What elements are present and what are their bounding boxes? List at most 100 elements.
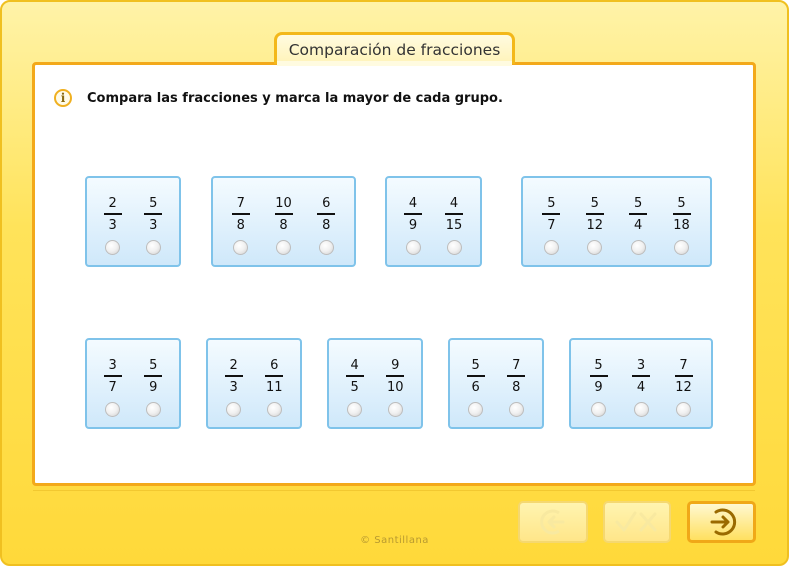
fraction-numerator: 5 — [590, 196, 599, 211]
divider — [33, 490, 755, 491]
fraction-bar — [265, 375, 284, 377]
fraction-bar — [507, 375, 526, 377]
fraction-bar — [629, 213, 648, 215]
fraction-numerator: 3 — [636, 358, 646, 373]
fraction-group: 7 8 10 8 6 8 — [211, 176, 356, 267]
fraction-radio[interactable] — [105, 240, 121, 255]
fraction-denominator: 18 — [673, 218, 690, 233]
fraction-numerator: 9 — [391, 358, 400, 373]
window-title-tab: Comparación de fracciones — [274, 32, 515, 64]
fraction-denominator: 7 — [108, 380, 117, 395]
fraction-option: 34 — [626, 358, 656, 417]
fraction-numerator: 5 — [547, 196, 556, 211]
fraction-radio[interactable] — [105, 402, 121, 417]
fraction-numerator: 5 — [149, 196, 158, 211]
check-cross-icon — [615, 511, 657, 532]
fraction-numerator: 6 — [270, 358, 279, 373]
fraction-radio[interactable] — [674, 240, 690, 255]
fraction-bar — [466, 375, 485, 377]
fraction-denominator: 9 — [594, 380, 603, 395]
fraction-radio[interactable] — [468, 402, 484, 417]
fraction-numerator: 3 — [108, 358, 117, 373]
fraction-numerator: 5 — [594, 358, 603, 373]
fraction-radio[interactable] — [543, 240, 559, 255]
fraction-option: 78 — [226, 196, 256, 255]
next-arrow-icon — [710, 508, 736, 536]
fraction-bar — [585, 213, 604, 215]
fraction-radio[interactable] — [405, 240, 421, 255]
fraction-option: 68 — [311, 196, 341, 255]
fraction-radio[interactable] — [633, 402, 649, 417]
fraction-numerator: 4 — [449, 196, 459, 211]
fraction-option: 59 — [584, 358, 614, 417]
fraction-bar — [103, 375, 122, 377]
fraction-denominator: 10 — [387, 380, 404, 395]
fraction-group: 5 7 5 12 5 4 5 18 — [521, 176, 712, 267]
fraction-radio[interactable] — [145, 240, 161, 255]
fraction-denominator: 12 — [586, 218, 604, 233]
fraction-bar — [672, 213, 691, 215]
fraction-denominator: 6 — [471, 380, 480, 395]
fraction-radio[interactable] — [226, 402, 242, 417]
fraction-radio[interactable] — [276, 240, 291, 255]
fraction-denominator: 3 — [149, 218, 158, 233]
fraction-option: 23 — [219, 358, 249, 417]
fraction-option: 5 12 — [580, 196, 610, 255]
fraction-radio[interactable] — [266, 402, 282, 417]
fraction-radio[interactable] — [591, 402, 606, 417]
fraction-group: 4 5 9 10 — [327, 338, 423, 429]
fraction-radio[interactable] — [233, 240, 249, 255]
fraction-denominator: 9 — [408, 218, 418, 233]
fraction-denominator: 7 — [547, 218, 556, 233]
fraction-numerator: 4 — [408, 196, 418, 211]
fraction-option: 23 — [98, 196, 128, 255]
fraction-radio[interactable] — [676, 402, 691, 417]
fraction-radio[interactable] — [587, 240, 603, 255]
fraction-radio[interactable] — [318, 240, 334, 255]
fraction-denominator: 9 — [149, 380, 158, 395]
fraction-radio[interactable] — [145, 402, 161, 417]
fraction-numerator: 5 — [471, 358, 480, 373]
fraction-denominator: 4 — [636, 380, 646, 395]
fraction-option: 6 11 — [259, 358, 289, 417]
fraction-bar — [144, 375, 163, 377]
fraction-bar — [345, 375, 364, 377]
fraction-denominator: 3 — [108, 218, 117, 233]
fraction-option: 5 18 — [667, 196, 697, 255]
fraction-denominator: 8 — [512, 380, 521, 395]
fraction-numerator: 7 — [236, 196, 245, 211]
fraction-numerator: 2 — [229, 358, 238, 373]
fraction-numerator: 7 — [512, 358, 521, 373]
fraction-bar — [317, 213, 336, 215]
fraction-radio[interactable] — [630, 240, 646, 255]
fraction-denominator: 11 — [266, 380, 283, 395]
fraction-bar — [274, 213, 293, 215]
fraction-option: 4 15 — [439, 196, 469, 255]
fraction-option: 57 — [536, 196, 566, 255]
fraction-option: 49 — [398, 196, 428, 255]
fraction-denominator: 12 — [675, 380, 692, 395]
fraction-denominator: 3 — [229, 380, 238, 395]
info-icon: i — [54, 89, 72, 107]
fraction-radio[interactable] — [446, 240, 462, 255]
fraction-numerator: 2 — [108, 196, 117, 211]
fraction-numerator: 7 — [679, 358, 688, 373]
fraction-radio[interactable] — [347, 402, 363, 417]
fraction-bar — [404, 213, 422, 215]
fraction-bar — [224, 375, 243, 377]
fraction-bar — [589, 375, 608, 377]
fraction-denominator: 15 — [445, 218, 463, 233]
fraction-denominator: 8 — [279, 218, 288, 233]
instruction-text: Compara las fracciones y marca la mayor … — [87, 91, 503, 106]
fraction-denominator: 5 — [350, 380, 359, 395]
fraction-group: 4 9 4 15 — [385, 176, 482, 267]
fraction-option: 53 — [138, 196, 168, 255]
fraction-group: 5 9 3 4 7 12 — [569, 338, 713, 429]
fraction-radio[interactable] — [387, 402, 403, 417]
fraction-group: 3759 — [85, 338, 181, 429]
fraction-bar — [386, 375, 405, 377]
fraction-option: 7 12 — [669, 358, 699, 417]
fraction-radio[interactable] — [508, 402, 524, 417]
fraction-denominator: 8 — [322, 218, 331, 233]
fraction-denominator: 4 — [634, 218, 643, 233]
